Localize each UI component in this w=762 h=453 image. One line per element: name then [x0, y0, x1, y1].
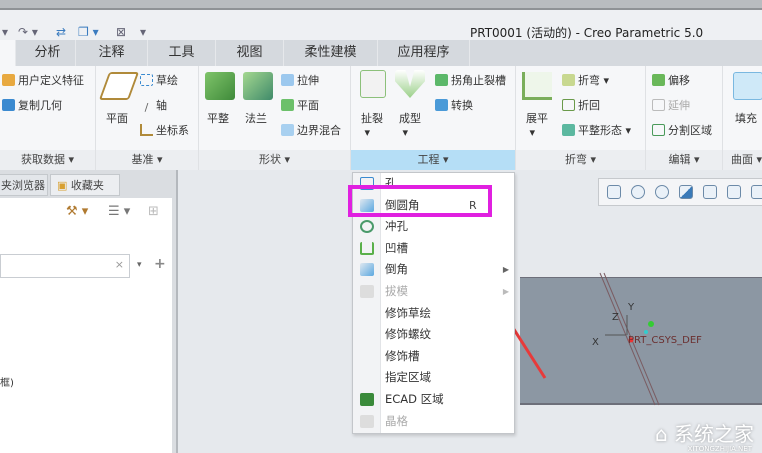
submenu-arrow-icon: ▶ [502, 287, 509, 296]
menu-label: 修饰螺纹 [385, 327, 431, 342]
refit-icon[interactable] [607, 185, 621, 199]
axis-label-x: X [592, 337, 599, 348]
axis-label-z: Z [612, 312, 619, 323]
watermark-logo: ⌂ 系统之家 [654, 422, 754, 446]
highlight-box [348, 185, 492, 217]
menu-label: 修饰槽 [385, 348, 420, 363]
csys-marker-cyan [644, 330, 648, 334]
menu-item-notch[interactable]: 凹槽 [353, 238, 514, 260]
menu-label: 冲孔 [385, 219, 408, 234]
watermark-url: XITONGZHIJIA.NET [687, 445, 752, 453]
menu-item-designate-area[interactable]: 指定区域 [353, 367, 514, 389]
axis-label-y: Y [628, 302, 635, 313]
chamfer-icon [360, 263, 374, 277]
menu-item-draft[interactable]: 拔模 ▶ [353, 281, 514, 303]
csys-label: PRT_CSYS_DEF [628, 335, 702, 346]
submenu-arrow-icon: ▶ [502, 265, 509, 275]
zoom-in-icon[interactable] [631, 185, 645, 199]
menu-label: 指定区域 [385, 370, 431, 385]
menu-label: 凹槽 [385, 240, 408, 255]
menu-item-chamfer[interactable]: 倒角 ▶ [353, 259, 514, 281]
menu-label: 拔模 [385, 284, 408, 298]
view-manager-icon[interactable] [751, 185, 762, 199]
menu-label: 倒角 [385, 262, 408, 277]
punch-icon [360, 220, 374, 234]
csys-marker-green [648, 321, 654, 327]
menu-item-punch[interactable]: 冲孔 [353, 216, 514, 238]
notch-icon [360, 241, 374, 255]
menu-item-cosmetic-sketch[interactable]: 修饰草绘 [353, 303, 514, 325]
menu-label: 晶格 [385, 413, 408, 428]
menu-item-ecad-area[interactable]: ECAD 区域 [353, 389, 514, 411]
saved-views-icon[interactable] [727, 185, 741, 199]
repaint-icon[interactable] [679, 185, 693, 199]
ecad-icon [360, 393, 374, 406]
lattice-icon [360, 414, 374, 428]
zoom-out-icon[interactable] [655, 185, 669, 199]
view-toolbar [598, 178, 762, 206]
draft-icon [360, 285, 374, 298]
display-style-icon[interactable] [703, 185, 717, 199]
menu-item-cosmetic-groove[interactable]: 修饰槽 [353, 346, 514, 368]
menu-label: 修饰草绘 [385, 305, 431, 320]
menu-label: ECAD 区域 [385, 392, 444, 406]
menu-item-lattice[interactable]: 晶格 [353, 411, 514, 433]
menu-item-cosmetic-thread[interactable]: 修饰螺纹 [353, 324, 514, 346]
